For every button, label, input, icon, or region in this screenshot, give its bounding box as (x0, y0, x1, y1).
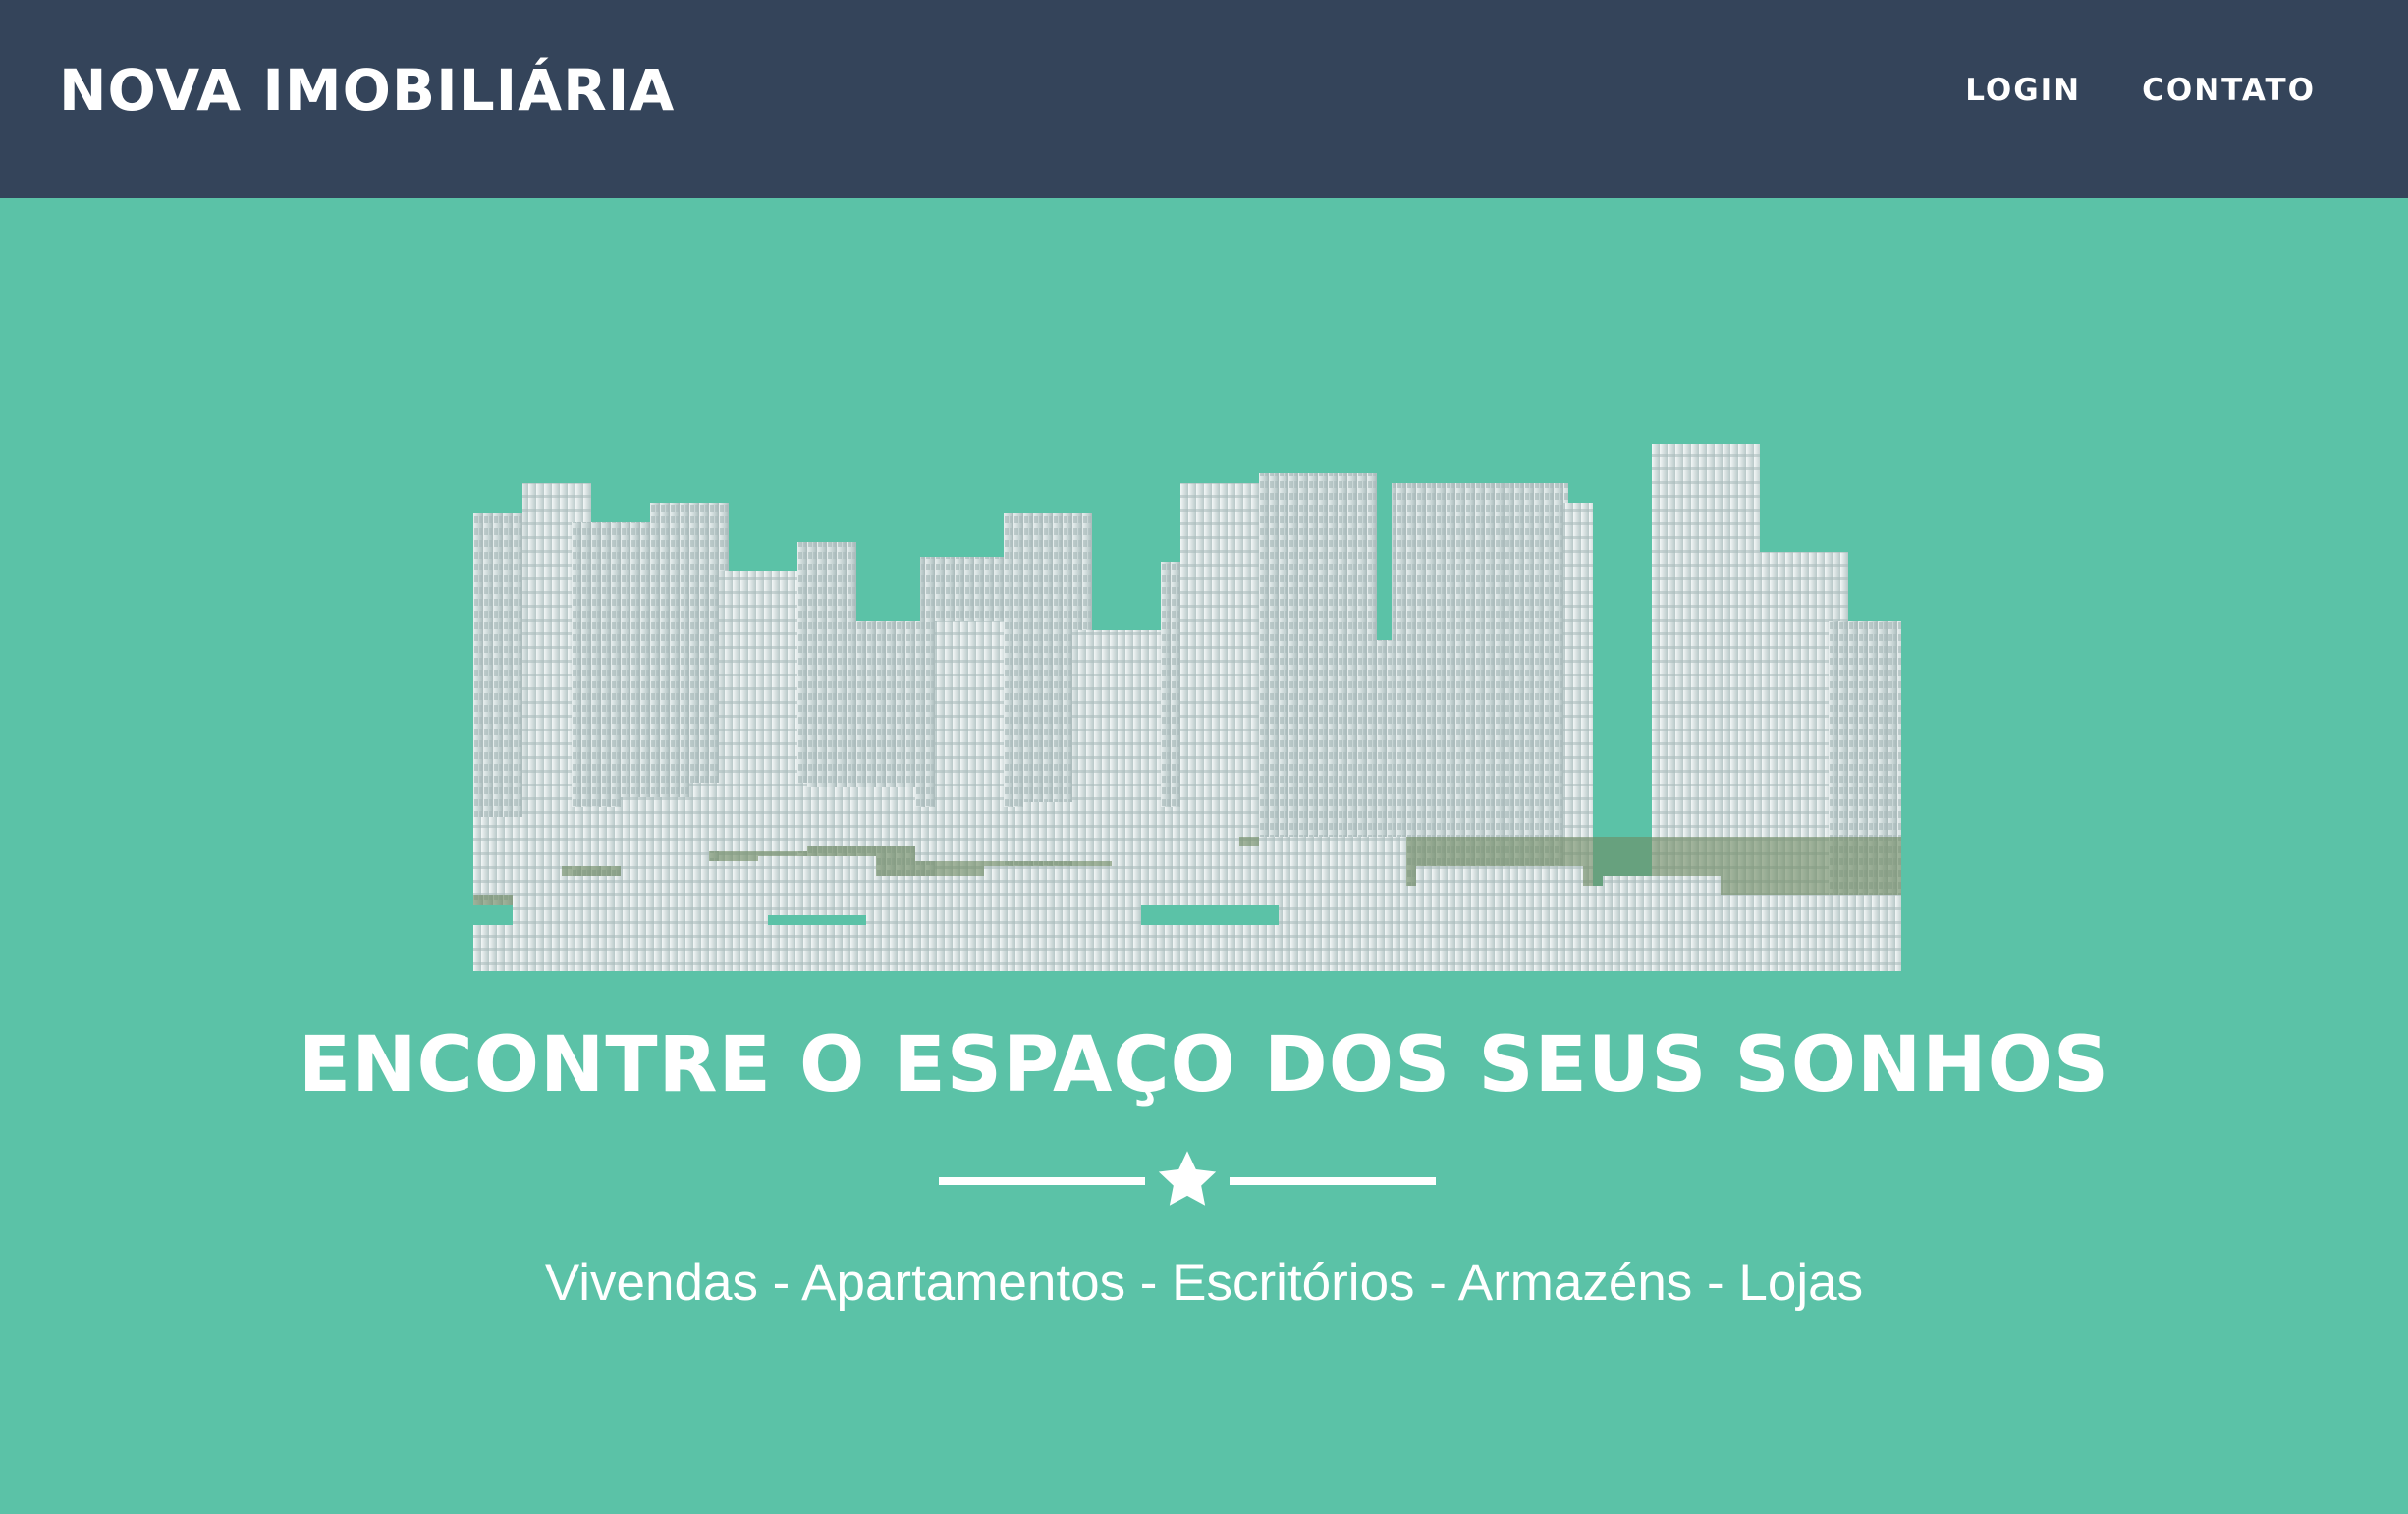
nav-login-link[interactable]: LOGIN (1965, 73, 2081, 108)
divider-line-left (939, 1177, 1145, 1185)
nav-links: LOGIN CONTATO (1965, 73, 2316, 108)
divider-line-right (1230, 1177, 1436, 1185)
city-skyline-image (473, 444, 1901, 971)
hero-subtitle: Vivendas - Apartamentos - Escritórios - … (544, 1254, 1864, 1312)
hero-divider (939, 1147, 1436, 1216)
hero-headline: ENCONTRE O ESPAÇO DOS SEUS SONHOS (298, 1021, 2110, 1109)
star-icon (1154, 1147, 1221, 1214)
navbar: NOVA IMOBILIÁRIA LOGIN CONTATO (0, 0, 2408, 198)
brand-logo-link[interactable]: NOVA IMOBILIÁRIA (59, 57, 675, 124)
nav-contato-link[interactable]: CONTATO (2142, 73, 2316, 108)
